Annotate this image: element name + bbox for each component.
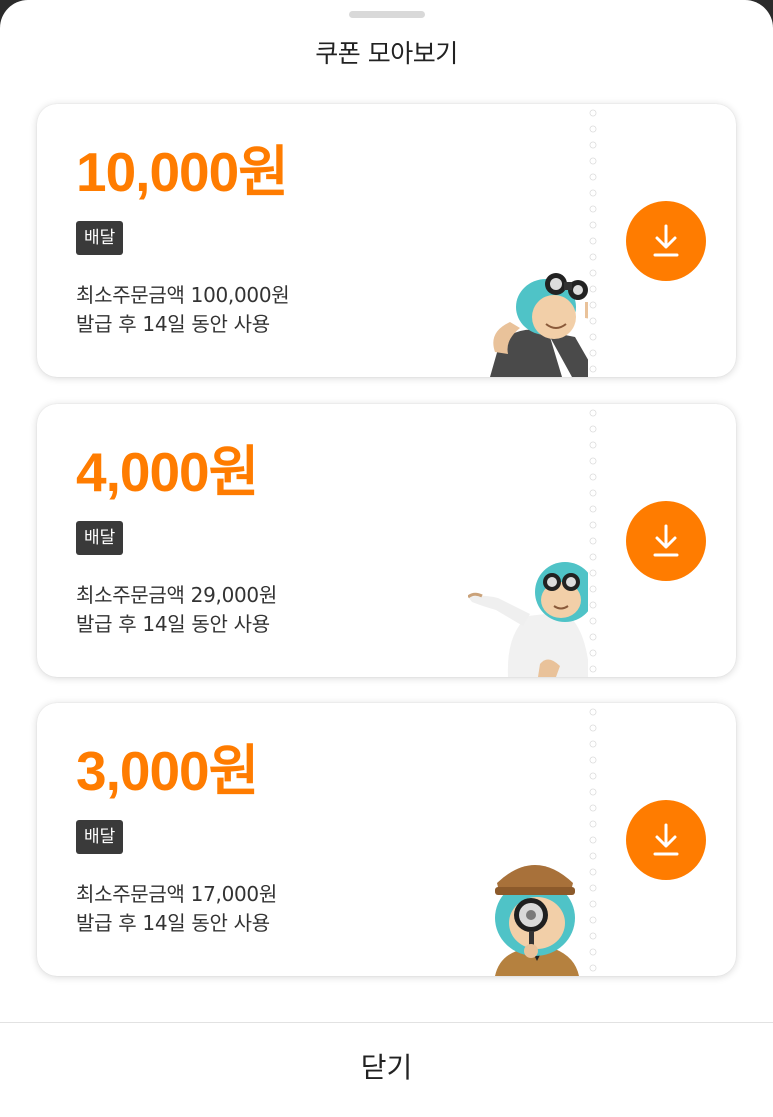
sheet-drag-handle[interactable]	[349, 11, 425, 18]
coupon-amount: 10,000원	[76, 141, 289, 203]
coupon-card: 4,000원 배달 최소주문금액 29,000원 발급 후 14일 동안 사용	[37, 404, 736, 677]
coupon-type-badge: 배달	[76, 521, 124, 555]
coupon-min-order: 최소주문금액 17,000원	[76, 882, 277, 906]
sheet-title: 쿠폰 모아보기	[315, 39, 458, 68]
download-coupon-button[interactable]	[626, 501, 706, 581]
coupon-validity: 발급 후 14일 동안 사용	[76, 911, 270, 935]
download-coupon-button[interactable]	[626, 800, 706, 880]
detective-mascot	[495, 865, 579, 976]
binoculars-mascot	[490, 273, 598, 377]
coupon-amount: 3,000원	[76, 740, 259, 802]
coupon-amount: 4,000원	[76, 441, 259, 503]
coupon-perforation	[588, 703, 598, 976]
close-button[interactable]: 닫기	[0, 1023, 773, 1117]
coupon-validity: 발급 후 14일 동안 사용	[76, 612, 270, 636]
coupon-perforation	[588, 404, 598, 677]
coupon-card: 10,000원 배달 최소주문금액 100,000원 발급 후 14일 동안 사…	[37, 104, 736, 377]
coupon-min-order: 최소주문금액 29,000원	[76, 583, 277, 607]
coupon-type-badge: 배달	[76, 221, 124, 255]
coupon-perforation	[588, 104, 598, 377]
download-icon	[653, 524, 679, 557]
coupon-validity: 발급 후 14일 동안 사용	[76, 312, 270, 336]
coupon-min-order: 최소주문금액 100,000원	[76, 283, 290, 307]
download-icon	[653, 224, 679, 257]
download-coupon-button[interactable]	[626, 201, 706, 281]
download-icon	[653, 823, 679, 856]
presenting-mascot	[468, 562, 595, 677]
coupon-type-badge: 배달	[76, 820, 124, 854]
coupon-bottom-sheet: 쿠폰 모아보기 10,000원 배달 최소주문금액 100,000원 발급 후 …	[0, 0, 773, 1117]
coupon-card: 3,000원 배달 최소주문금액 17,000원 발급 후 14일 동안 사용	[37, 703, 736, 976]
